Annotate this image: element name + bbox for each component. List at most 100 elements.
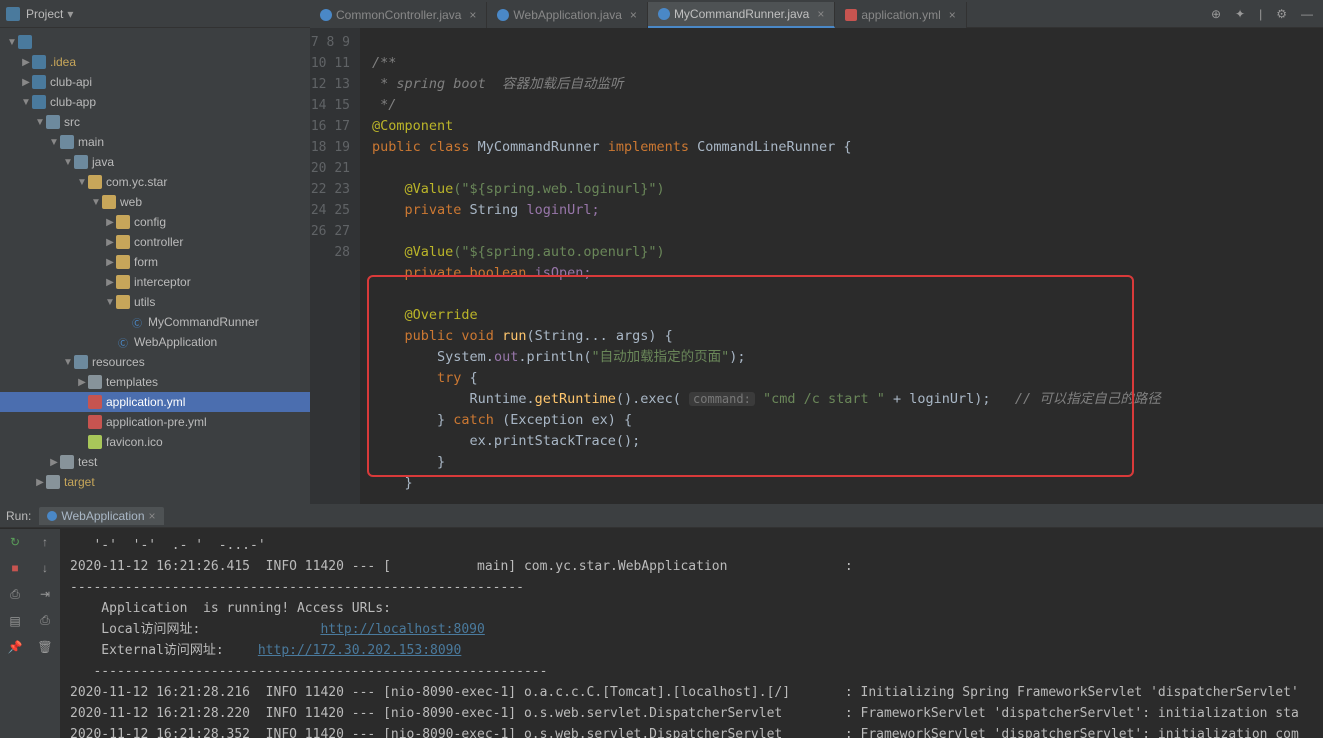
folder-icon: [88, 435, 102, 449]
project-selector[interactable]: Project ▾: [0, 7, 73, 21]
stop-icon[interactable]: ■: [11, 561, 18, 575]
down-icon[interactable]: ↓: [42, 561, 48, 575]
close-icon[interactable]: ×: [469, 8, 476, 22]
tree-label: favicon.ico: [106, 435, 163, 449]
folder-icon: [60, 455, 74, 469]
tree-label: interceptor: [134, 275, 191, 289]
tree-label: config: [134, 215, 166, 229]
code-editor[interactable]: 7 8 9 10 11 12 13 14 15 16 17 18 19 20 2…: [310, 28, 1323, 504]
folder-icon: [74, 155, 88, 169]
up-icon[interactable]: ↑: [42, 535, 48, 549]
tree-item[interactable]: ▶ controller: [0, 232, 310, 252]
folder-icon: [88, 415, 102, 429]
trash-icon[interactable]: 🗑: [37, 640, 52, 654]
tree-item[interactable]: ▼web: [0, 192, 310, 212]
project-tree[interactable]: ▼▶.idea▶club-api▼club-app▼src▼main▼java▼…: [0, 28, 310, 504]
tree-label: templates: [106, 375, 158, 389]
tree-arrow-icon[interactable]: ▼: [62, 357, 74, 368]
code-line: @Component: [372, 118, 453, 134]
tree-item[interactable]: ▼ src: [0, 112, 310, 132]
tree-arrow-icon[interactable]: ▼: [48, 137, 60, 148]
tree-item[interactable]: ▶ interceptor: [0, 272, 310, 292]
tree-item[interactable]: ▼: [0, 32, 310, 52]
editor-tab[interactable]: CommonController.java×: [310, 2, 487, 28]
tree-item[interactable]: ▶ config: [0, 212, 310, 232]
tree-arrow-icon[interactable]: ▶: [34, 477, 46, 488]
tree-item[interactable]: ▶club-api: [0, 72, 310, 92]
file-icon: [845, 9, 857, 21]
wrap-icon[interactable]: ⇥: [40, 587, 50, 601]
tree-item[interactable]: ▼resources: [0, 352, 310, 372]
close-icon[interactable]: ×: [149, 509, 156, 523]
camera-icon[interactable]: ⎙: [10, 587, 20, 602]
tree-arrow-icon[interactable]: ▼: [62, 157, 74, 168]
tree-item[interactable]: ▶.idea: [0, 52, 310, 72]
layout-icon[interactable]: ▤: [9, 614, 20, 628]
folder-icon: [102, 195, 116, 209]
tree-arrow-icon[interactable]: ▼: [76, 177, 88, 188]
folder-icon: [32, 95, 46, 109]
run-panel: Run: WebApplication × ↻ ■ ⎙ ▤ 📌 ↑ ↓ ⇥ ⎙ …: [0, 504, 1323, 738]
tree-arrow-icon[interactable]: ▶: [48, 457, 60, 468]
tree-item[interactable]: ▼main: [0, 132, 310, 152]
collapse-icon[interactable]: —: [1301, 7, 1313, 21]
tree-item[interactable]: ⒸWebApplication: [0, 332, 310, 352]
folder-icon: [32, 75, 46, 89]
pin-icon[interactable]: 📌: [8, 640, 23, 654]
tree-item[interactable]: ▶form: [0, 252, 310, 272]
tree-label: controller: [134, 235, 183, 249]
toolbar-icons: ⊕ ✦ | ⚙ —: [1211, 7, 1323, 21]
run-tab[interactable]: WebApplication ×: [39, 507, 163, 525]
folder-icon: [74, 355, 88, 369]
tree-item[interactable]: application.yml: [0, 392, 310, 412]
tree-item[interactable]: ▶ templates: [0, 372, 310, 392]
tree-item[interactable]: ▼club-app: [0, 92, 310, 112]
close-icon[interactable]: ×: [949, 8, 956, 22]
folder-icon: [116, 235, 130, 249]
tree-item[interactable]: ▶test: [0, 452, 310, 472]
rerun-icon[interactable]: ↻: [10, 535, 20, 549]
target-icon[interactable]: ⊕: [1211, 7, 1221, 21]
tree-item[interactable]: ⒸMyCommandRunner: [0, 312, 310, 332]
tree-label: WebApplication: [134, 335, 217, 349]
tree-arrow-icon[interactable]: ▼: [90, 197, 102, 208]
close-icon[interactable]: ×: [630, 8, 637, 22]
print-icon[interactable]: ⎙: [40, 613, 50, 628]
close-icon[interactable]: ×: [817, 7, 824, 21]
tab-label: WebApplication.java: [513, 8, 622, 22]
tree-item[interactable]: ▶target: [0, 472, 310, 492]
expand-icon[interactable]: ✦: [1235, 7, 1245, 21]
tree-item[interactable]: ▼ java: [0, 152, 310, 172]
tree-arrow-icon[interactable]: ▶: [76, 377, 88, 388]
tab-label: MyCommandRunner.java: [674, 7, 809, 21]
console-output[interactable]: '-' '-' .- ' -...-' 2020-11-12 16:21:26.…: [60, 529, 1323, 738]
editor-tab[interactable]: application.yml×: [835, 2, 966, 28]
code-area[interactable]: /** * spring boot 容器加载后自动监听 */ @Componen…: [360, 28, 1323, 504]
folder-icon: [116, 215, 130, 229]
tree-arrow-icon[interactable]: ▼: [6, 37, 18, 48]
tree-arrow-icon[interactable]: ▼: [34, 117, 46, 128]
tree-arrow-icon[interactable]: ▼: [20, 97, 32, 108]
tree-label: java: [92, 155, 114, 169]
tree-arrow-icon[interactable]: ▶: [104, 257, 116, 268]
tree-arrow-icon[interactable]: ▶: [104, 277, 116, 288]
folder-icon: [60, 135, 74, 149]
gear-icon[interactable]: ⚙: [1276, 7, 1287, 21]
run-label: Run:: [6, 509, 31, 523]
tree-arrow-icon[interactable]: ▶: [20, 57, 32, 68]
tree-item[interactable]: favicon.ico: [0, 432, 310, 452]
tree-item[interactable]: ▼ utils: [0, 292, 310, 312]
editor-tab[interactable]: MyCommandRunner.java ×: [648, 2, 835, 28]
tree-arrow-icon[interactable]: ▶: [20, 77, 32, 88]
tree-arrow-icon[interactable]: ▼: [104, 297, 116, 308]
tree-arrow-icon[interactable]: ▶: [104, 217, 116, 228]
tree-item[interactable]: ▼com.yc.star: [0, 172, 310, 192]
editor-tab[interactable]: WebApplication.java ×: [487, 2, 648, 28]
tree-label: utils: [134, 295, 155, 309]
line-gutter: 7 8 9 10 11 12 13 14 15 16 17 18 19 20 2…: [310, 28, 360, 504]
folder-icon: [116, 295, 130, 309]
tree-item[interactable]: application-pre.yml: [0, 412, 310, 432]
tree-arrow-icon[interactable]: ▶: [104, 237, 116, 248]
tree-label: src: [64, 115, 80, 129]
folder-icon: [18, 35, 32, 49]
